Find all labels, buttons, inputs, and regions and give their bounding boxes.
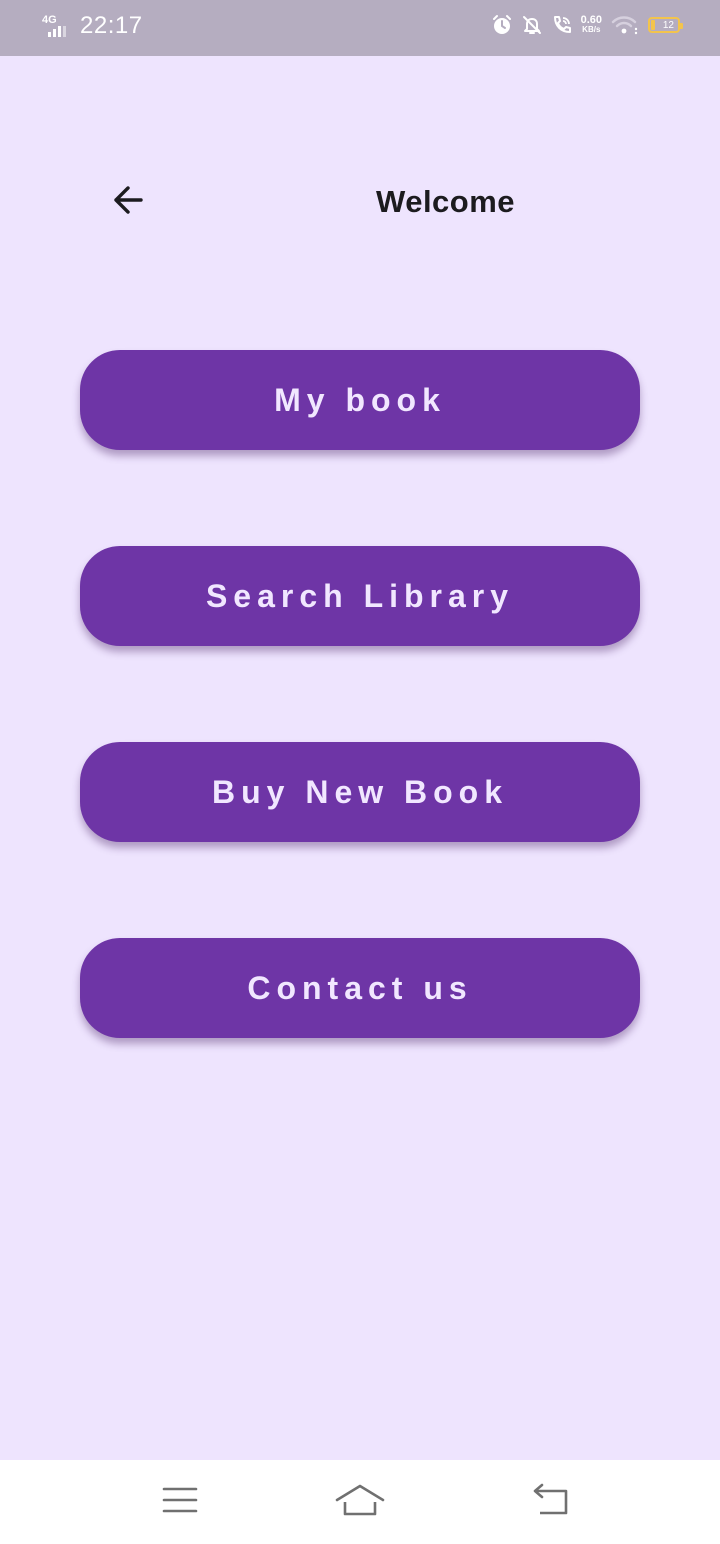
search-library-button[interactable]: Search Library (80, 546, 640, 646)
menu-icon (162, 1485, 198, 1520)
network-type-label: 4G (42, 14, 57, 26)
system-back-button[interactable] (526, 1480, 574, 1524)
battery-fill (651, 20, 655, 30)
buy-new-book-label: Buy New Book (211, 773, 509, 810)
signal-indicator: 4G (42, 12, 72, 40)
status-time: 22:17 (80, 12, 143, 39)
buy-new-book-button[interactable]: Buy New Book (80, 742, 640, 842)
home-button[interactable] (335, 1480, 385, 1524)
contact-us-button[interactable]: Contact us (80, 938, 640, 1038)
back-icon (530, 1483, 570, 1522)
notifications-off-icon (521, 14, 543, 36)
network-speed: 0.60 KB/s (581, 15, 602, 35)
battery-tip (680, 23, 683, 29)
search-library-label: Search Library (205, 577, 515, 614)
app-bar: Welcome (0, 150, 720, 260)
page-title: Welcome (376, 184, 516, 219)
network-speed-value: 0.60 (580, 14, 602, 26)
back-button[interactable] (100, 174, 156, 230)
home-icon (335, 1482, 385, 1523)
navigation-bar (0, 1460, 720, 1544)
status-right: 0.60 KB/s 12 (491, 14, 683, 36)
network-speed-unit: KB/s (582, 25, 601, 34)
my-book-button[interactable]: My book (80, 350, 640, 450)
my-book-label: My book (274, 381, 446, 418)
alarm-icon (491, 14, 513, 36)
wifi-icon (610, 14, 640, 36)
status-bar: 4G 22:17 0.60 KB/s 12 (0, 0, 720, 56)
wifi-calling-icon (551, 14, 573, 36)
contact-us-label: Contact us (247, 969, 473, 1006)
signal-bars-icon (48, 26, 66, 37)
arrow-back-icon (110, 182, 146, 223)
recent-apps-button[interactable] (156, 1480, 204, 1524)
battery-icon: 12 (648, 17, 683, 33)
status-left: 4G 22:17 (42, 12, 143, 40)
battery-level: 12 (662, 19, 674, 31)
